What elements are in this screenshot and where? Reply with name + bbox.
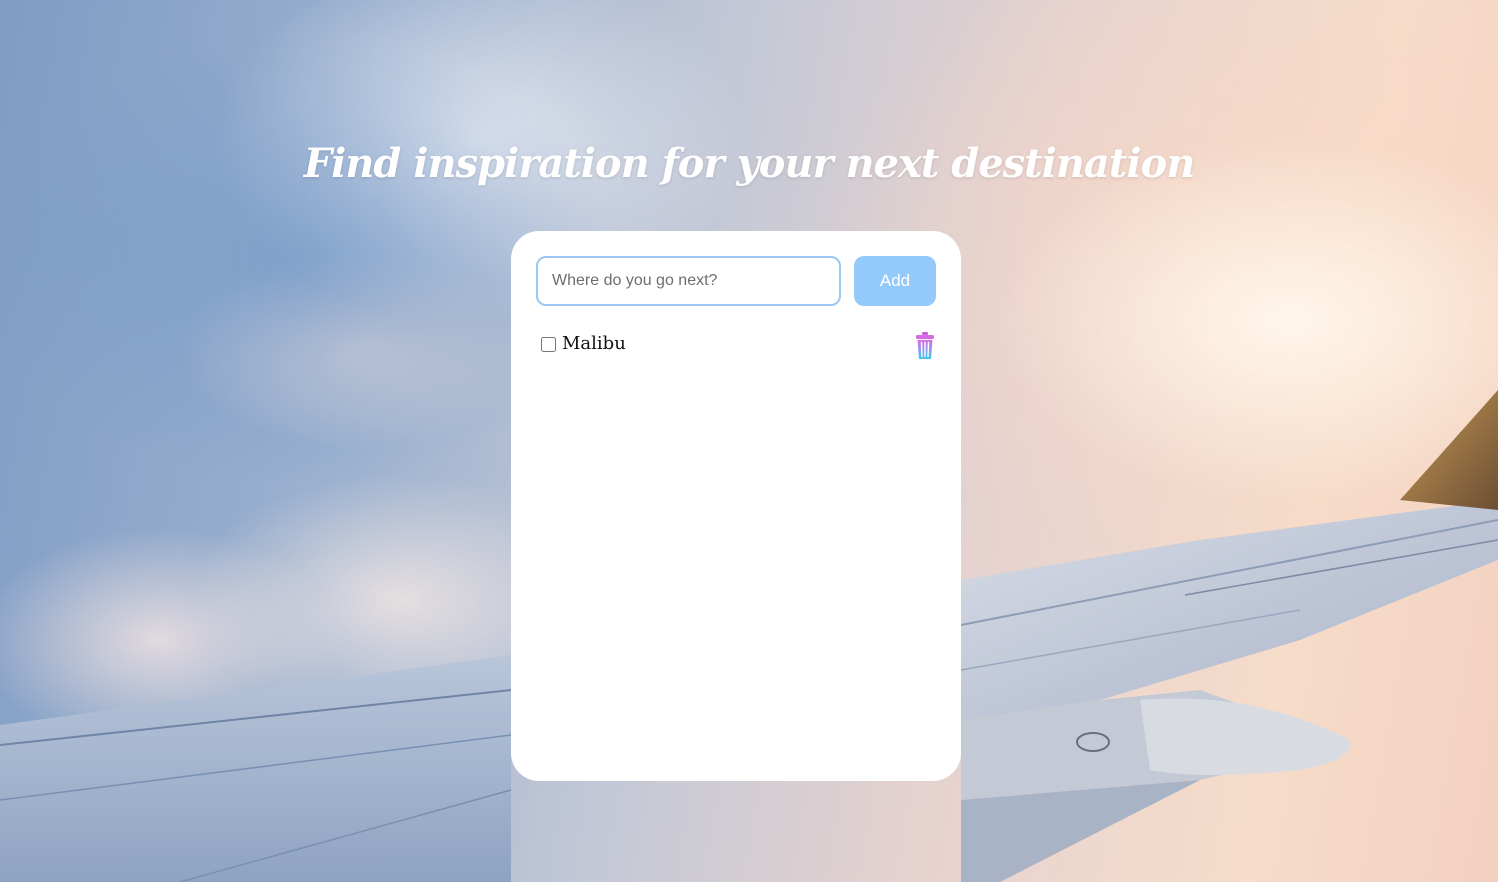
list-item: Malibu	[540, 329, 936, 365]
destination-card: Add Malibu	[511, 231, 961, 781]
item-label: Malibu	[562, 332, 626, 354]
destination-list: Malibu	[540, 329, 936, 365]
trash-icon[interactable]	[914, 331, 936, 361]
item-checkbox[interactable]	[541, 336, 556, 352]
destination-input[interactable]	[536, 256, 841, 306]
page-title: Find inspiration for your next destinati…	[303, 140, 1196, 187]
add-button[interactable]: Add	[854, 256, 936, 306]
